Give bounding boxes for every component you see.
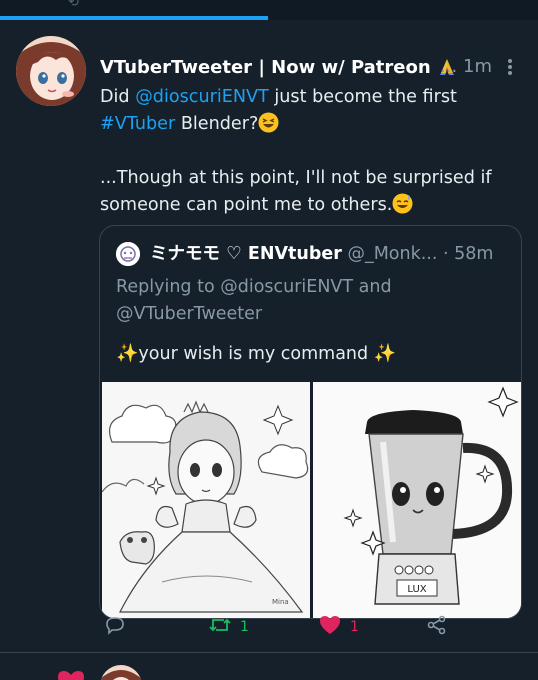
tweet-header: VTuberTweeter | Now w/ Patreon ... 1m: [100, 56, 514, 84]
mention-link[interactable]: @dioscuriENVT: [135, 87, 269, 107]
quoted-header: ミナモモ ♡ ENVtuber @_Monk... · 58m: [150, 240, 493, 265]
replying-line: Replying to @dioscuriENVT and: [116, 277, 392, 297]
sparkles-icon: ✨: [116, 343, 139, 364]
author-avatar[interactable]: [16, 36, 86, 106]
tweet-actions: 1 1: [100, 614, 520, 640]
reply-button[interactable]: [104, 614, 126, 640]
quoted-author-handle[interactable]: @_Monk...: [347, 244, 437, 264]
tweet-text: Did @dioscuriENVT just become the first …: [100, 84, 520, 219]
signature-text: Mina: [272, 598, 289, 606]
reply-icon: [104, 614, 126, 640]
replying-line: @VTuberTweeter: [116, 304, 263, 324]
quoted-media[interactable]: Mina LUX: [100, 382, 521, 618]
like-count: 1: [350, 619, 359, 635]
quoted-text-body: your wish is my command: [138, 344, 369, 364]
blender-drawing-image[interactable]: LUX: [313, 382, 521, 618]
next-tweet-preview[interactable]: [0, 653, 538, 680]
body-text-segment: Did: [100, 87, 130, 107]
share-icon: [426, 614, 448, 640]
quoted-author-avatar: [116, 242, 140, 266]
retweet-icon: [208, 614, 232, 640]
share-button[interactable]: [426, 614, 448, 640]
sparkles-icon: ✨: [373, 343, 397, 364]
retweet-button[interactable]: 1: [208, 614, 249, 640]
body-text-segment: just become the first: [274, 87, 457, 107]
tweet[interactable]: VTuberTweeter | Now w/ Patreon ... 1m Di…: [0, 20, 538, 653]
like-button[interactable]: 1: [318, 614, 359, 640]
princess-drawing-image[interactable]: Mina: [102, 382, 310, 618]
name-overflow: ...: [440, 56, 458, 77]
next-author-avatar[interactable]: [100, 665, 142, 680]
author-name[interactable]: VTuberTweeter | Now w/ Patreon: [100, 56, 457, 78]
quoted-time: · 58m: [443, 244, 494, 264]
quoted-author-name[interactable]: ミナモモ ♡ ENVtuber: [150, 244, 342, 264]
tweet-time[interactable]: 1m: [463, 56, 492, 77]
heart-icon: [318, 614, 342, 640]
quoted-text: ✨your wish is my command ✨: [116, 343, 396, 364]
sweat-smile-emoji-icon: [392, 193, 413, 214]
grinning-squint-emoji-icon: [258, 112, 279, 133]
retweet-count: 1: [240, 619, 249, 635]
top-bar: ⟲: [0, 0, 538, 20]
body-text-line: ...Though at this point, I'll not be sur…: [100, 168, 492, 188]
liked-heart-icon: [56, 669, 86, 680]
replying-to: Replying to @dioscuriENVT and @VTuberTwe…: [116, 274, 506, 328]
quoted-tweet[interactable]: ミナモモ ♡ ENVtuber @_Monk... · 58m Replying…: [99, 225, 522, 619]
body-text-segment: someone can point me to others.: [100, 195, 393, 215]
hashtag-link[interactable]: #VTuber: [100, 114, 175, 134]
blender-label-text: LUX: [407, 584, 426, 595]
more-options-icon[interactable]: [504, 56, 516, 78]
retweeted-indicator: ⟲: [68, 0, 79, 10]
body-text-segment: Blender?: [180, 114, 259, 134]
